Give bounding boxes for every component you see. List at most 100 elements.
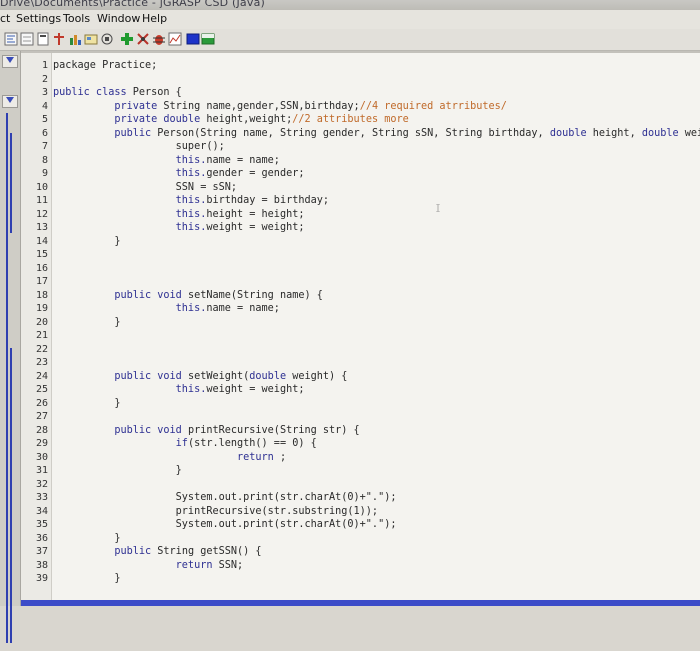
menu-settings[interactable]: Settings <box>16 12 61 25</box>
line-number: 28 <box>35 424 48 436</box>
code-line[interactable]: public void setName(String name) { <box>53 289 323 302</box>
editor-pane[interactable]: 1 2 3 4 5 6 7 8 9 10 11 12 13 14 15 16 17 18 19 20 21 22 23 24 2… <box>21 51 700 606</box>
code-text: } <box>53 235 121 247</box>
code-line[interactable]: printRecursive(str.substring(1)); <box>53 505 378 518</box>
code-keyword: return <box>53 559 219 571</box>
code-text: SSN = sSN; <box>53 181 238 193</box>
browse-icon[interactable] <box>84 32 98 46</box>
menu-tools[interactable]: Tools <box>63 12 90 25</box>
code-text: gender = gender; <box>206 168 305 179</box>
color-b-icon[interactable] <box>201 32 215 46</box>
line-number: 14 <box>35 235 48 247</box>
code-text: String getSSN() { <box>157 546 262 557</box>
code-line[interactable]: this.height = height; <box>53 208 305 221</box>
line-number: 33 <box>35 492 48 503</box>
add-breakpoint-icon[interactable] <box>100 32 114 46</box>
code-text: super(); <box>53 141 225 152</box>
code-line[interactable]: System.out.print(str.charAt(0)+"."); <box>53 491 397 504</box>
fold-icon[interactable] <box>36 32 50 46</box>
pane-divider <box>21 51 700 53</box>
code-line[interactable]: } <box>53 572 120 585</box>
scrollbar-track[interactable] <box>21 600 700 606</box>
line-number: 30 <box>35 451 48 463</box>
code-line[interactable]: this.weight = weight; <box>53 221 305 234</box>
collapse-arrow-icon[interactable] <box>2 95 18 108</box>
line-number: 26 <box>35 397 48 409</box>
code-line[interactable]: if(str.length() == 0) { <box>53 437 317 450</box>
code-keyword: this. <box>53 208 207 220</box>
line-number: 7 <box>41 141 48 152</box>
code-line[interactable]: return SSN; <box>53 559 244 572</box>
code-text: printRecursive(String str) { <box>187 424 360 436</box>
run-icon[interactable] <box>120 32 134 46</box>
generate-csd-icon[interactable] <box>4 32 18 46</box>
structure-gutter[interactable] <box>0 51 21 643</box>
plot-icon[interactable] <box>168 32 182 46</box>
code-line[interactable]: public String getSSN() { <box>53 545 262 558</box>
cpg-icon[interactable] <box>68 32 82 46</box>
code-keyword: public class <box>53 87 133 98</box>
line-number-gutter[interactable]: 1 2 3 4 5 6 7 8 9 10 11 12 13 14 15 16 17 18 19 20 21 22 23 24 2… <box>21 53 52 601</box>
line-number: 19 <box>35 303 48 314</box>
code-text: ; <box>279 451 287 463</box>
debug-icon[interactable] <box>152 32 166 46</box>
line-number: 8 <box>41 154 48 166</box>
code-line[interactable]: } <box>53 397 120 410</box>
code-line[interactable]: super(); <box>53 140 225 153</box>
code-keyword: public <box>53 546 158 557</box>
code-line[interactable]: } <box>53 316 120 329</box>
code-line[interactable]: public void setWeight(double weight) { <box>53 370 347 383</box>
code-keyword: this. <box>53 154 207 166</box>
bug-icon[interactable] <box>136 32 150 46</box>
csd-structure-bars <box>6 113 12 643</box>
code-keyword: public void <box>53 370 188 382</box>
code-line[interactable]: SSN = sSN; <box>53 181 237 194</box>
remove-csd-icon[interactable] <box>20 32 34 46</box>
title-bar: Drive\Documents\Practice - jGRASP CSD (J… <box>0 0 700 10</box>
line-number: 27 <box>35 411 48 422</box>
code-line[interactable]: return ; <box>53 451 286 464</box>
code-line[interactable]: this.weight = weight; <box>53 383 305 396</box>
code-line[interactable]: } <box>53 532 120 545</box>
code-line[interactable]: System.out.print(str.charAt(0)+"."); <box>53 518 397 531</box>
menu-window[interactable]: Window <box>97 12 140 25</box>
code-text: SSN; <box>218 559 244 571</box>
line-number: 18 <box>35 289 48 301</box>
code-text: Person { <box>132 87 182 98</box>
code-text: name = name; <box>206 303 280 314</box>
code-line[interactable]: this.gender = gender; <box>53 167 305 180</box>
code-keyword: double <box>249 370 293 382</box>
line-number: 9 <box>41 168 48 179</box>
code-line[interactable]: public void printRecursive(String str) { <box>53 424 360 437</box>
code-line[interactable]: private double height,weight;//2 attribu… <box>53 113 408 126</box>
code-text: setName(String name) { <box>187 289 323 301</box>
line-number: 35 <box>35 519 48 530</box>
code-keyword: this. <box>53 195 207 206</box>
menu-project-partial[interactable]: ct <box>0 12 10 25</box>
code-keyword: this. <box>53 303 207 314</box>
code-line[interactable]: public class Person { <box>53 86 182 99</box>
line-number: 4 <box>41 100 48 112</box>
collapse-arrow-icon[interactable] <box>2 55 18 68</box>
code-line[interactable]: this.name = name; <box>53 302 280 315</box>
code-line[interactable]: } <box>53 464 182 477</box>
code-keyword: private <box>53 100 164 112</box>
code-keyword: double <box>641 127 685 139</box>
code-text: weight = weight; <box>206 384 305 395</box>
code-line[interactable]: public Person(String name, String gender… <box>53 127 700 140</box>
code-line[interactable]: this.birthday = birthday; <box>53 194 329 207</box>
unfold-icon[interactable] <box>52 32 66 46</box>
line-number: 17 <box>35 276 48 287</box>
code-text: } <box>53 316 121 328</box>
code-line[interactable]: package Practice; <box>53 59 157 72</box>
menu-help[interactable]: Help <box>142 12 167 25</box>
line-number: 2 <box>41 73 48 85</box>
code-text: String name,gender,SSN,birthday; <box>163 100 360 112</box>
line-number: 20 <box>35 316 48 328</box>
color-a-icon[interactable] <box>186 32 200 46</box>
code-text: height, <box>592 127 642 139</box>
code-line[interactable]: } <box>53 235 120 248</box>
code-line[interactable]: this.name = name; <box>53 154 280 167</box>
line-number: 3 <box>41 87 48 98</box>
code-line[interactable]: private String name,gender,SSN,birthday;… <box>53 100 507 113</box>
